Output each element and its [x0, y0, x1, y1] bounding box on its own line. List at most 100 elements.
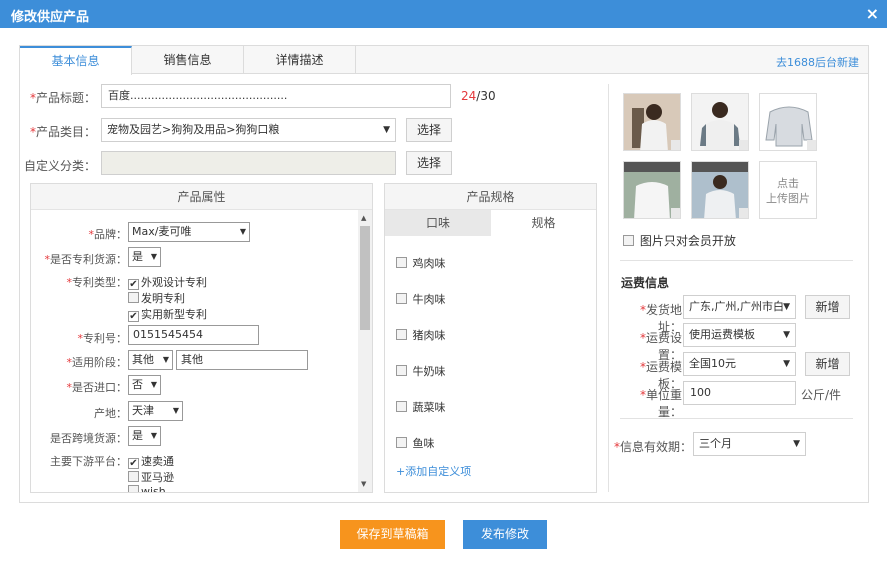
patent-no-label: *专利号：	[77, 332, 128, 345]
checkbox-checked-icon: ✔	[128, 279, 139, 290]
import-label: *是否进口：	[66, 381, 128, 394]
attributes-panel: 产品属性 *品牌： Max/麦可唯 ▼ *是否专利货源： 是 ▼ *专利类型： ✔ 外…	[30, 183, 373, 493]
tab-sales-info[interactable]: 销售信息	[132, 46, 244, 74]
publish-button[interactable]: 发布修改	[463, 520, 547, 549]
chevron-down-icon: ▼	[239, 227, 246, 236]
patent-source-select[interactable]: 是 ▼	[128, 247, 161, 267]
custom-category-choose-button[interactable]: 选择	[406, 151, 452, 175]
product-image-5[interactable]	[691, 161, 749, 219]
tab-bar: 基本信息 销售信息 详情描述 去1688后台新建	[20, 46, 868, 75]
checkbox-icon	[396, 329, 407, 340]
origin-label: 产地：	[94, 407, 127, 420]
title-counter: 24/30	[461, 89, 496, 103]
platform-checkbox-amazon[interactable]: 亚马逊	[128, 469, 174, 485]
checkbox-icon	[396, 293, 407, 304]
custom-category-input[interactable]	[101, 151, 396, 175]
attributes-scrollbar[interactable]: ▲ ▼	[358, 210, 372, 492]
unit-weight-input[interactable]: 100	[683, 381, 796, 405]
product-image-1[interactable]	[623, 93, 681, 151]
platform-label: 主要下游平台：	[50, 455, 127, 468]
dialog-body: 基本信息 销售信息 详情描述 去1688后台新建 *产品标题： 百度......…	[19, 45, 869, 503]
add-custom-spec-link[interactable]: +添加自定义项	[396, 463, 471, 479]
spec-item-beef[interactable]: 牛肉味	[396, 291, 446, 307]
ship-address-select[interactable]: 广东,广州,广州市白 ▼	[683, 295, 796, 319]
stage-select[interactable]: 其他 ▼	[128, 350, 173, 370]
stage-label: *适用阶段：	[66, 356, 128, 369]
upload-label: 上传图片	[766, 192, 810, 205]
upload-image-button[interactable]: 点击 上传图片	[759, 161, 817, 219]
divider	[620, 260, 853, 261]
unit-weight-label: *单位重量：	[639, 388, 682, 419]
checkbox-checked-icon: ✔	[128, 311, 139, 322]
spec-item-chicken[interactable]: 鸡肉味	[396, 255, 446, 271]
backend-create-link[interactable]: 去1688后台新建	[776, 54, 859, 70]
tab-basic-info[interactable]: 基本信息	[20, 46, 132, 75]
checkbox-icon	[396, 437, 407, 448]
cross-border-select[interactable]: 是 ▼	[128, 426, 161, 446]
spec-tab-flavor[interactable]: 口味	[385, 210, 491, 236]
checkbox-icon	[396, 365, 407, 376]
checkbox-icon	[128, 292, 139, 303]
product-image-2[interactable]	[691, 93, 749, 151]
patent-type-checkbox-exterior[interactable]: ✔ 外观设计专利	[128, 274, 207, 290]
checkbox-icon	[128, 471, 139, 482]
spec-item-milk[interactable]: 牛奶味	[396, 363, 446, 379]
import-select[interactable]: 否 ▼	[128, 375, 161, 395]
chevron-down-icon: ▼	[150, 252, 157, 261]
specs-panel: 产品规格 口味 规格 鸡肉味 牛肉味 猪肉味 牛奶味 蔬菜味 鱼味 +添加自定义…	[384, 183, 597, 493]
brand-label: *品牌：	[88, 228, 128, 241]
patent-type-checkbox-utility[interactable]: ✔ 实用新型专利	[128, 306, 207, 322]
checkbox-icon	[396, 257, 407, 268]
dialog-title: 修改供应产品	[11, 10, 90, 25]
spec-item-fish[interactable]: 鱼味	[396, 435, 435, 451]
scroll-up-icon[interactable]: ▲	[361, 214, 366, 222]
checkbox-icon	[623, 235, 634, 246]
patent-source-label: *是否专利货源：	[44, 253, 128, 266]
patent-type-checkbox-invention[interactable]: 发明专利	[128, 290, 185, 306]
close-icon[interactable]: ×	[866, 4, 879, 23]
column-divider	[608, 84, 609, 492]
chevron-down-icon: ▼	[783, 330, 790, 340]
chevron-down-icon: ▼	[172, 406, 179, 415]
divider	[620, 418, 853, 419]
spec-item-vegetable[interactable]: 蔬菜味	[396, 399, 446, 415]
chevron-down-icon: ▼	[793, 439, 800, 449]
specs-tab-bar: 口味 规格	[385, 210, 596, 237]
product-image-3[interactable]	[759, 93, 817, 151]
scrollbar-thumb[interactable]	[360, 226, 370, 330]
spec-item-pork[interactable]: 猪肉味	[396, 327, 446, 343]
scroll-down-icon[interactable]: ▼	[361, 480, 366, 488]
spec-tab-size[interactable]: 规格	[491, 210, 596, 236]
checkbox-icon	[396, 401, 407, 412]
member-only-checkbox[interactable]: 图片只对会员开放	[623, 232, 736, 249]
attributes-header: 产品属性	[31, 184, 372, 210]
checkbox-checked-icon: ✔	[128, 458, 139, 469]
add-address-button[interactable]: 新增	[805, 295, 850, 319]
stage-input[interactable]: 其他	[176, 350, 308, 370]
ship-template-select[interactable]: 全国10元 ▼	[683, 352, 796, 376]
upload-label: 点击	[777, 177, 799, 190]
chevron-down-icon: ▼	[783, 359, 790, 369]
dialog-titlebar: 修改供应产品 ×	[0, 0, 887, 28]
chevron-down-icon: ▼	[383, 125, 390, 135]
platform-checkbox-wish[interactable]: wish	[128, 485, 166, 492]
product-image-4[interactable]	[623, 161, 681, 219]
chevron-down-icon: ▼	[783, 302, 790, 312]
origin-select[interactable]: 天津 ▼	[128, 401, 183, 421]
category-select[interactable]: 宠物及园艺>狗狗及用品>狗狗口粮 ▼	[101, 118, 396, 142]
chevron-down-icon: ▼	[150, 431, 157, 440]
platform-checkbox-aliexpress[interactable]: ✔ 速卖通	[128, 453, 174, 469]
custom-category-label: 自定义分类：	[23, 159, 96, 173]
save-draft-button[interactable]: 保存到草稿箱	[340, 520, 445, 549]
validity-select[interactable]: 三个月 ▼	[693, 432, 806, 456]
ship-setting-select[interactable]: 使用运费模板 ▼	[683, 323, 796, 347]
title-label: *产品标题：	[29, 91, 96, 105]
brand-select[interactable]: Max/麦可唯 ▼	[128, 222, 250, 242]
patent-no-input[interactable]: 0151545454	[128, 325, 259, 345]
add-template-button[interactable]: 新增	[805, 352, 850, 376]
tab-details[interactable]: 详情描述	[244, 46, 356, 74]
title-input[interactable]: 百度......................................…	[101, 84, 451, 108]
validity-label: *信息有效期：	[614, 440, 693, 454]
checkbox-icon	[128, 485, 139, 492]
category-choose-button[interactable]: 选择	[406, 118, 452, 142]
